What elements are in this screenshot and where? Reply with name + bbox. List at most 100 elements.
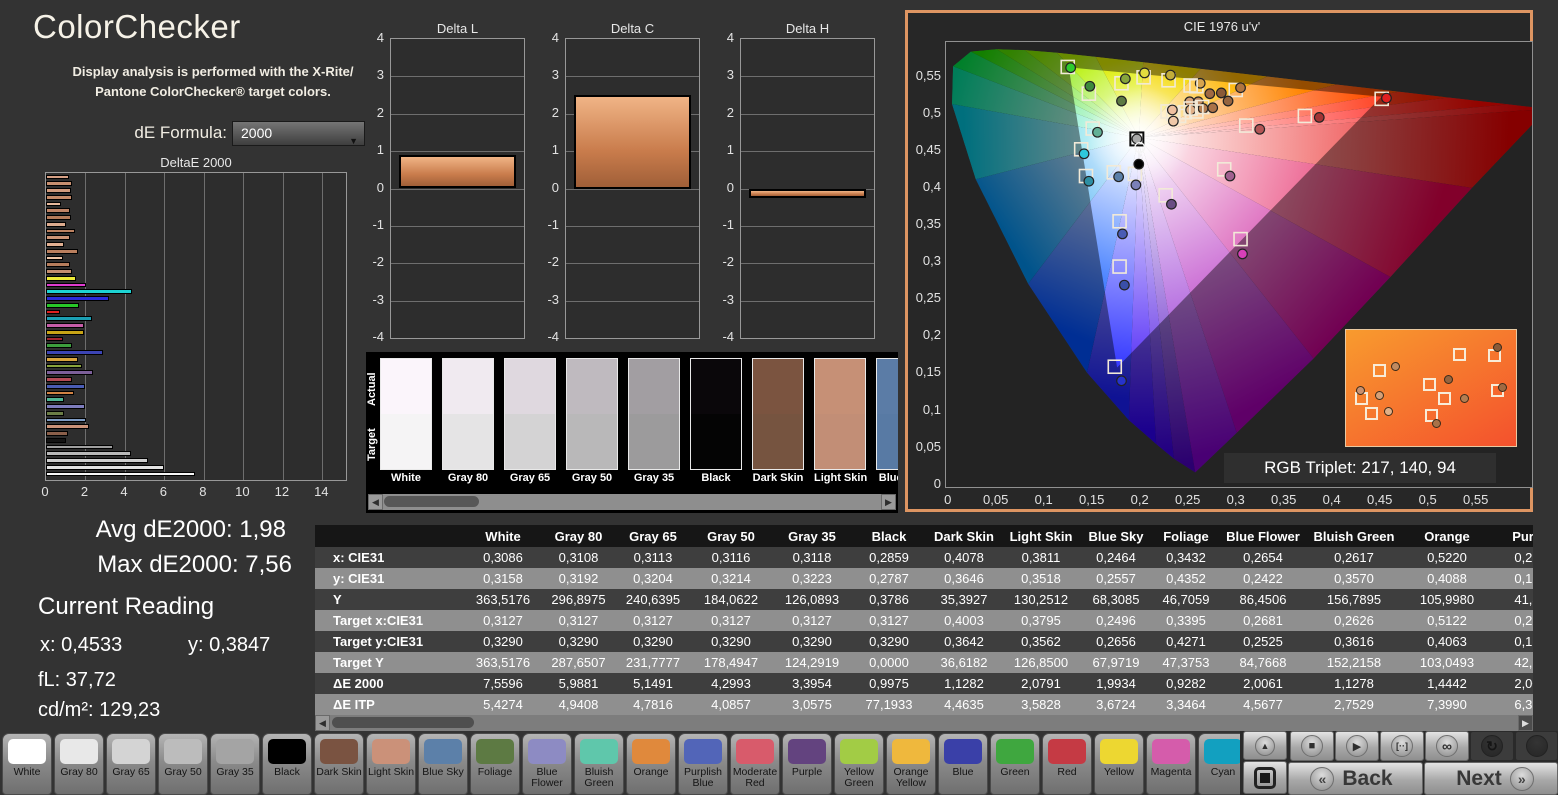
patch-button-red[interactable]: Red [1042, 733, 1092, 795]
strip-swatch-light-skin [814, 358, 866, 470]
refresh-icon: ↻ [1481, 735, 1503, 757]
gridline [566, 226, 699, 227]
measured-marker [1084, 176, 1094, 186]
patch-button-bluish-green[interactable]: Bluish Green [574, 733, 624, 795]
table-scrollbar[interactable]: ◀ ▶ [315, 715, 1533, 731]
x-tick-label: 0,25 [1163, 492, 1213, 507]
target-swatch [629, 414, 679, 469]
strip-scrollbar-thumb[interactable] [384, 496, 479, 507]
x-tick-label: 14 [311, 484, 331, 499]
patch-swatch [8, 739, 46, 764]
table-cell: 4,5677 [1220, 694, 1306, 715]
patch-button-label: Foliage [478, 767, 512, 778]
table-cell: 0,3290 [465, 631, 541, 652]
table-cell: 2,0791 [1002, 673, 1080, 694]
patch-button-gray-80[interactable]: Gray 80 [54, 733, 104, 795]
row-label: ΔE ITP [315, 694, 465, 715]
patch-button-label: Black [274, 767, 300, 778]
patch-button-gray-65[interactable]: Gray 65 [106, 733, 156, 795]
scroll-right-icon[interactable]: ▶ [881, 494, 896, 510]
page-title: ColorChecker [33, 8, 241, 46]
patch-button-light-skin[interactable]: Light Skin [366, 733, 416, 795]
table-cell: 77,1933 [852, 694, 926, 715]
next-button[interactable]: Next » [1424, 762, 1558, 795]
measured-marker [1140, 68, 1150, 78]
patch-button-row: WhiteGray 80Gray 65Gray 50Gray 35 Black Da… [0, 733, 1242, 795]
patch-swatch [788, 739, 826, 764]
play-button[interactable]: ▶ [1335, 731, 1379, 761]
y-tick-label: 4 [537, 30, 559, 45]
target-swatch [877, 414, 898, 469]
blank-button[interactable] [1515, 731, 1558, 761]
table-cell: 5,9881 [541, 673, 616, 694]
patch-button-orange[interactable]: Orange [626, 733, 676, 795]
strip-swatch-blue-sky [876, 358, 898, 470]
scroll-right-icon[interactable]: ▶ [1518, 715, 1533, 731]
patch-button-foliage[interactable]: Foliage [470, 733, 520, 795]
measured-marker [1093, 127, 1103, 137]
row-label: y: CIE31 [315, 568, 465, 589]
refresh-button[interactable]: ↻ [1470, 731, 1514, 761]
stop-icon: ■ [1301, 735, 1323, 757]
patch-button-green[interactable]: Green [990, 733, 1040, 795]
patch-button-label: Purplish Blue [679, 767, 727, 789]
bar [46, 343, 72, 348]
table-cell: 68,3085 [1080, 589, 1152, 610]
scroll-left-icon[interactable]: ◀ [368, 494, 383, 510]
table-cell: 2,0061 [1220, 673, 1306, 694]
patch-button-dark-skin[interactable]: Dark Skin [314, 733, 364, 795]
patch-button-label: Blue [952, 767, 973, 778]
loop-button[interactable]: [··] [1380, 731, 1424, 761]
y-tick-label: 1 [537, 142, 559, 157]
measured-marker [1168, 105, 1178, 115]
delta-h-chart [740, 38, 875, 339]
reading-y: y: 0,3847 [188, 634, 270, 657]
table-cell: 0,3290 [616, 631, 690, 652]
patch-button-blue-flower[interactable]: Blue Flower [522, 733, 572, 795]
target-swatch [753, 414, 803, 469]
gridline [741, 301, 874, 302]
back-button[interactable]: « Back [1288, 762, 1423, 795]
patch-button-yellow-green[interactable]: Yellow Green [834, 733, 884, 795]
table-cell: 0,4003 [926, 610, 1002, 631]
patch-button-gray-50[interactable]: Gray 50 [158, 733, 208, 795]
deltae2000-chart [45, 172, 347, 481]
table-cell: 7,3990 [1402, 694, 1492, 715]
patch-button-blue[interactable]: Blue [938, 733, 988, 795]
max-de2000: Max dE2000: 7,56 [30, 551, 292, 579]
patch-button-moderate-red[interactable]: Moderate Red [730, 733, 780, 795]
bar [46, 330, 84, 335]
table-cell: 0,3192 [541, 568, 616, 589]
expand-button[interactable]: ▲ [1243, 731, 1287, 760]
y-tick-label: 1 [362, 142, 384, 157]
patch-button-orange-yellow[interactable]: Orange Yellow [886, 733, 936, 795]
table-cell: 0,4352 [1152, 568, 1220, 589]
patch-button-black[interactable]: Black [262, 733, 312, 795]
table-scrollbar-thumb[interactable] [332, 717, 474, 728]
patch-button-blue-sky[interactable]: Blue Sky [418, 733, 468, 795]
bar [46, 384, 85, 389]
patch-button-white[interactable]: White [2, 733, 52, 795]
table-cell: 0,2496 [1080, 610, 1152, 631]
table-cell: 0,3127 [690, 610, 772, 631]
measured-marker [1208, 103, 1218, 113]
patch-button-gray-35[interactable]: Gray 35 [210, 733, 260, 795]
scroll-left-icon[interactable]: ◀ [315, 715, 330, 731]
gridline [164, 173, 165, 480]
bar [46, 350, 103, 355]
patch-button-yellow[interactable]: Yellow [1094, 733, 1144, 795]
stop-button[interactable]: ■ [1290, 731, 1334, 761]
patch-button-purplish-blue[interactable]: Purplish Blue [678, 733, 728, 795]
target-marker [1373, 364, 1386, 377]
patch-button-magenta[interactable]: Magenta [1146, 733, 1196, 795]
strip-scrollbar[interactable]: ◀ ▶ [368, 494, 896, 510]
patch-button-purple[interactable]: Purple [782, 733, 832, 795]
continuous-button[interactable]: ∞ [1425, 731, 1469, 761]
cie-diagram-panel[interactable]: CIE 1976 u'v' 00,050,10,150,20,250,30,35… [905, 10, 1533, 512]
patch-swatch [320, 739, 358, 764]
back-chevrons-icon: « [1310, 767, 1334, 791]
de-formula-dropdown[interactable]: 2000 ▼ [232, 121, 365, 146]
measured-marker [1134, 159, 1144, 169]
patch-window-button[interactable] [1243, 761, 1287, 794]
gridline [391, 151, 524, 152]
